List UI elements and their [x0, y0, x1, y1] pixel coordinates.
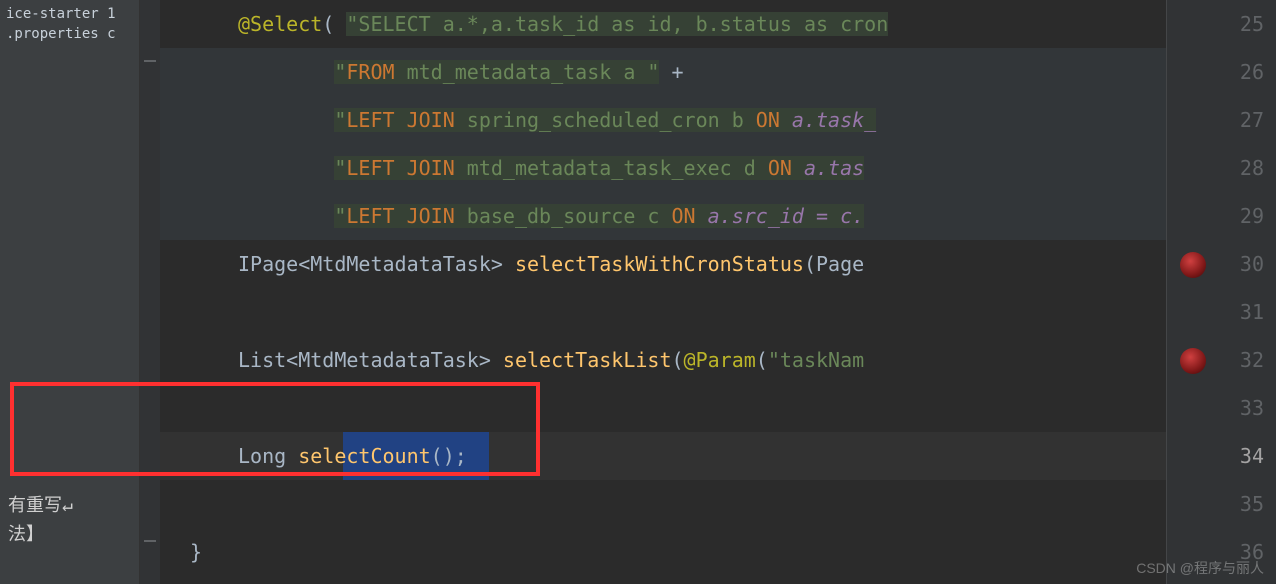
line-num: 27 [1167, 96, 1276, 144]
line-num: 35 [1167, 480, 1276, 528]
gutter-badge-icon[interactable] [1180, 348, 1206, 374]
line-num-active: 34 [1167, 432, 1276, 480]
bottom-line-1: 有重写↵ [8, 492, 73, 521]
bottom-line-2: 法】 [8, 521, 73, 550]
watermark-text: CSDN @程序与丽人 [1136, 558, 1264, 578]
fold-marker[interactable] [144, 540, 156, 542]
code-line-33[interactable] [160, 384, 1166, 432]
code-line-28[interactable]: "LEFT JOIN mtd_metadata_task_exec d ON a… [160, 144, 1166, 192]
code-editor[interactable]: @Select( "SELECT a.*,a.task_id as id, b.… [140, 0, 1276, 584]
gutter-badge-icon[interactable] [1180, 252, 1206, 278]
line-num: 26 [1167, 48, 1276, 96]
code-line-31[interactable] [160, 288, 1166, 336]
line-num: 33 [1167, 384, 1276, 432]
code-line-26[interactable]: "FROM mtd_metadata_task a " + [160, 48, 1166, 96]
code-line-32[interactable]: List<MtdMetadataTask> selectTaskList(@Pa… [160, 336, 1166, 384]
gutter-left [140, 0, 160, 584]
line-num: 29 [1167, 192, 1276, 240]
sidebar-file-1[interactable]: ice-starter 1 [0, 4, 139, 24]
code-line-30[interactable]: IPage<MtdMetadataTask> selectTaskWithCro… [160, 240, 1166, 288]
code-line-35[interactable] [160, 480, 1166, 528]
line-num: 28 [1167, 144, 1276, 192]
line-num: 31 [1167, 288, 1276, 336]
sidebar-bottom-text: 有重写↵ 法】 [0, 488, 81, 554]
code-line-34[interactable]: Long selectCount(); [160, 432, 1166, 480]
code-line-27[interactable]: "LEFT JOIN spring_scheduled_cron b ON a.… [160, 96, 1166, 144]
code-line-25[interactable]: @Select( "SELECT a.*,a.task_id as id, b.… [160, 0, 1166, 48]
line-num: 25 [1167, 0, 1276, 48]
fold-marker[interactable] [144, 60, 156, 62]
code-line-29[interactable]: "LEFT JOIN base_db_source c ON a.src_id … [160, 192, 1166, 240]
code-line-36[interactable]: } [160, 528, 1166, 576]
sidebar-file-2[interactable]: .properties c [0, 24, 139, 44]
line-number-gutter: 25 26 27 28 29 30 31 32 33 34 35 36 [1166, 0, 1276, 584]
code-area[interactable]: @Select( "SELECT a.*,a.task_id as id, b.… [160, 0, 1166, 584]
